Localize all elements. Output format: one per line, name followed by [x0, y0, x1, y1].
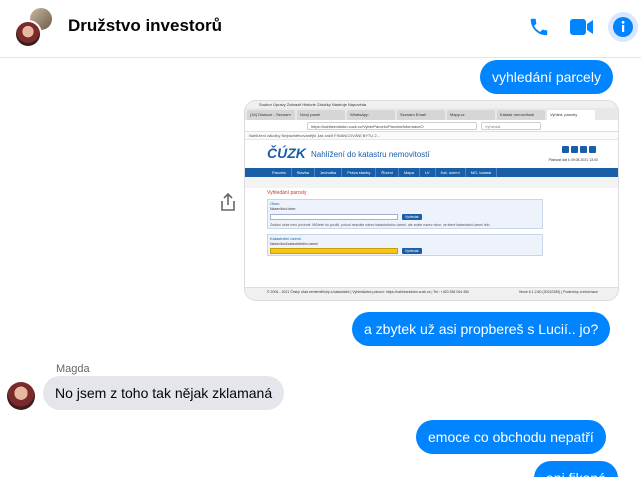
box-label: Obec — [270, 201, 280, 206]
browser-tab: Nový panel — [297, 110, 345, 120]
box-field-label: Název/kód obce: — [270, 207, 297, 211]
browser-tab-active: Vyhled. parcely — [547, 110, 595, 120]
group-avatar[interactable] — [12, 6, 56, 50]
browser-url: https://nahlizenidokn.cuzk.cz/VyberParce… — [307, 121, 477, 130]
browser-address-bar: https://nahlizenidokn.cuzk.cz/VyberParce… — [245, 120, 618, 132]
conversation-title[interactable]: Družstvo investorů — [68, 16, 222, 36]
message-incoming[interactable]: No jsem z toho tak nějak zklamaná — [43, 376, 285, 410]
ku-input — [270, 248, 398, 254]
cuzk-nav-item: LV — [420, 168, 436, 177]
info-button[interactable] — [608, 12, 638, 42]
message-outgoing[interactable]: ani fikaná — [534, 461, 618, 477]
sender-name: Magda — [56, 363, 90, 375]
image-attachment[interactable]: Soubor Úpravy Zobrazit Historie Záložky … — [244, 100, 619, 301]
browser-tab: Katastr nemovitostí — [497, 110, 545, 120]
video-icon[interactable] — [569, 14, 595, 40]
cuzk-subtitle: Nahlížení do katastru nemovitostí — [311, 150, 430, 159]
obec-input — [270, 214, 398, 220]
message-outgoing[interactable]: a zbytek už asi propbereš s Lucií.. jo? — [352, 312, 611, 346]
cuzk-nav-item: Parcela — [267, 168, 292, 177]
cuzk-heading: Vyhledání parcely — [267, 190, 307, 196]
avatar[interactable] — [7, 382, 35, 410]
cuzk-nav-item: Práva stavby — [342, 168, 377, 177]
cuzk-nav-item: Mapa — [399, 168, 420, 177]
message-outgoing[interactable]: emoce co obchodu nepatří — [416, 420, 606, 454]
cuzk-footer: © 2004 - 2021 Český úřad zeměměřický a k… — [245, 287, 618, 300]
cuzk-nav-item: Jednotka — [315, 168, 343, 177]
cuzk-logo: ČÚZK — [267, 145, 306, 161]
cuzk-nav-item: Kat. území — [436, 168, 466, 177]
browser-search: Vyhledat — [481, 121, 541, 130]
browser-tabs: (34) Diskuze - Seznam Nový panel WhatsAp… — [245, 108, 618, 120]
browser-tab: WhatsApp — [347, 110, 395, 120]
cuzk-nav-item: Řízení — [376, 168, 399, 177]
ku-search-button: Vyhledat — [402, 248, 422, 254]
box-field-label: Název/kód katastrálního území — [270, 242, 319, 246]
cuzk-date: Platnost dat k 09.08.2021 13:00 — [548, 158, 598, 162]
cuzk-box-ku: Katastrální území Název/kód katastrálníh… — [267, 234, 543, 256]
cuzk-nav-item: Stavba — [292, 168, 316, 177]
member-avatar-front — [14, 20, 42, 48]
browser-tab: Seznam Email — [397, 110, 445, 120]
message-outgoing[interactable]: vyhledání parcely — [480, 60, 613, 94]
cuzk-box-obec: Obec Název/kód obce: Vyhledat Zadání obc… — [267, 199, 543, 229]
browser-tab: Mapy.cz — [447, 110, 495, 120]
conversation-header: Družstvo investorů — [0, 0, 641, 58]
share-icon[interactable] — [219, 192, 237, 212]
cuzk-header: ČÚZK Nahlížení do katastru nemovitostí P… — [245, 140, 618, 168]
phone-icon[interactable] — [526, 14, 552, 40]
info-icon — [613, 17, 633, 37]
browser-bookmarks: Nahlížení záložky Nejnavštěvovanější Jak… — [245, 132, 618, 140]
cuzk-nav: Parcela Stavba Jednotka Práva stavby Říz… — [245, 168, 618, 177]
cuzk-body: Vyhledání parcely Obec Název/kód obce: V… — [245, 188, 618, 288]
cuzk-footer-left: © 2004 - 2021 Český úřad zeměměřický a k… — [267, 290, 469, 294]
cuzk-footer-right: Verze 6.1.2.60 (20210330) | Podmínky a i… — [518, 290, 598, 294]
browser-menubar: Soubor Úpravy Zobrazit Historie Záložky … — [245, 101, 618, 108]
box-label: Katastrální území — [270, 236, 302, 241]
obec-search-button: Vyhledat — [402, 214, 422, 220]
browser-tab: (34) Diskuze - Seznam — [247, 110, 295, 120]
cuzk-icons — [562, 146, 596, 153]
box-note: Zadání obce není povinné. Můžete ho použ… — [270, 223, 491, 227]
cuzk-nav-item: MO, katastr — [466, 168, 498, 177]
